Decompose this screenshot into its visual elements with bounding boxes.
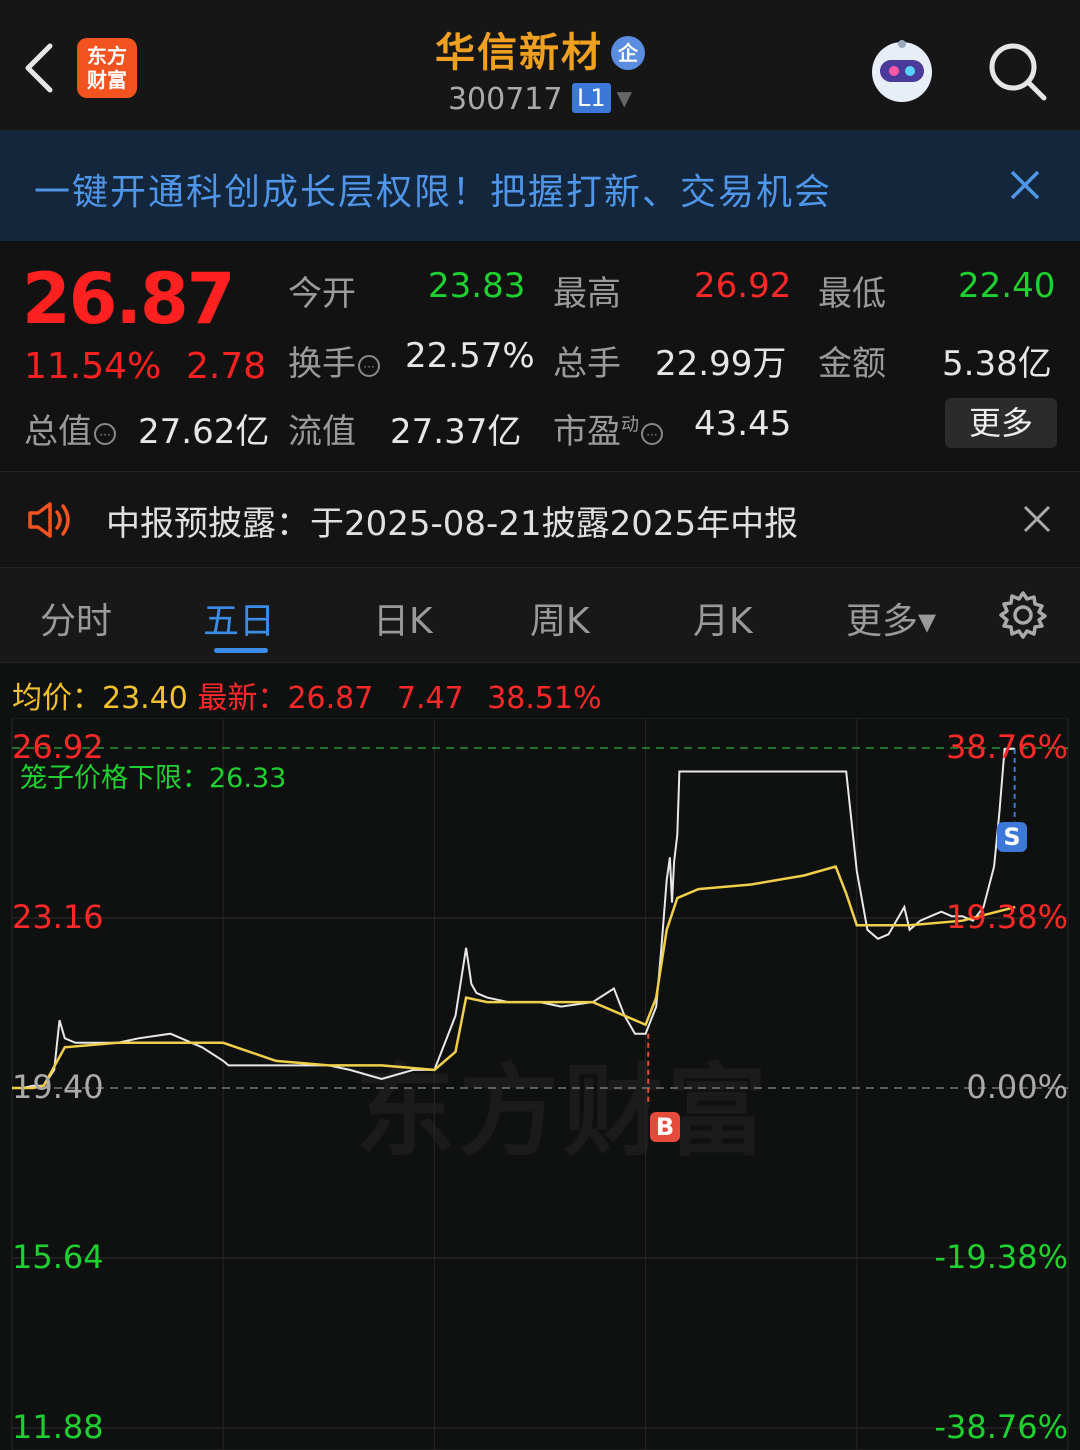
turnover-label[interactable]: 换手 ···: [288, 336, 380, 385]
y-axis-right-tick: -38.76%: [934, 1408, 1068, 1446]
change-amount: 2.78: [186, 346, 267, 387]
low-label: 最低: [818, 274, 886, 314]
enterprise-badge: 企: [611, 36, 645, 70]
y-axis-right-tick: 19.38%: [945, 898, 1068, 936]
current-price: 26.87: [22, 258, 235, 340]
mktcap-label[interactable]: 总值 ···: [24, 404, 116, 453]
stock-name: 华信新材: [435, 30, 603, 76]
more-button[interactable]: 更多: [945, 398, 1057, 448]
turnover-value: 22.57%: [405, 336, 535, 376]
more-info-icon[interactable]: ···: [94, 423, 116, 445]
latest-label: 最新：: [197, 681, 288, 716]
float-label: 流值: [288, 412, 356, 452]
y-axis-left-tick: 26.92: [12, 728, 104, 766]
gear-icon[interactable]: [998, 590, 1048, 640]
amount-value: 5.38亿: [942, 344, 1052, 384]
series-line-avg: [12, 864, 1016, 1090]
buy-marker[interactable]: B: [650, 1112, 680, 1142]
dropdown-icon[interactable]: ▼: [617, 86, 632, 110]
tab-more[interactable]: 更多▾: [846, 592, 936, 644]
banner-text[interactable]: 一键开通科创成长层权限！把握打新、交易机会: [34, 163, 832, 215]
avg-price-value: 23.40: [102, 681, 188, 716]
high-value: 26.92: [694, 266, 792, 306]
volume-label: 总手: [553, 344, 621, 384]
pe-label[interactable]: 市盈动 ···: [553, 404, 663, 453]
amount-label: 金额: [818, 344, 886, 384]
open-value: 23.83: [428, 266, 526, 306]
y-axis-left-tick: 11.88: [12, 1408, 104, 1446]
chart-frame: [11, 718, 1069, 1450]
close-icon[interactable]: [1022, 504, 1052, 534]
more-info-icon[interactable]: ···: [358, 355, 380, 377]
level-badge: L1: [572, 83, 611, 113]
tab-weekly-k[interactable]: 周K: [530, 592, 590, 644]
latest-change: 7.47: [396, 681, 464, 716]
latest-value: 26.87: [287, 681, 374, 716]
notice-text[interactable]: 中报预披露：于2025-08-21披露2025年中报: [106, 496, 798, 545]
y-axis-right-tick: 0.00%: [966, 1068, 1068, 1106]
search-icon[interactable]: [986, 40, 1048, 102]
y-axis-left-tick: 23.16: [12, 898, 104, 936]
more-info-icon[interactable]: ···: [641, 423, 663, 445]
tab-intraday[interactable]: 分时: [40, 592, 112, 644]
pe-value: 43.45: [694, 404, 792, 444]
change-percent: 11.54%: [24, 346, 162, 387]
close-icon[interactable]: [1008, 168, 1042, 202]
stock-code: 300717: [447, 82, 563, 117]
chart-info-line: 均价：23.40 最新：26.87 7.47 38.51%: [12, 673, 602, 717]
high-label: 最高: [553, 274, 621, 314]
y-axis-right-tick: -19.38%: [934, 1238, 1068, 1276]
y-axis-left-tick: 19.40: [12, 1068, 104, 1106]
avg-price-label: 均价：: [12, 681, 102, 716]
pe-dynamic-mark: 动: [621, 414, 639, 436]
sell-marker[interactable]: S: [997, 822, 1027, 852]
robot-assistant-icon[interactable]: [866, 36, 938, 108]
y-axis-left-tick: 15.64: [12, 1238, 104, 1276]
volume-value: 22.99万: [655, 344, 787, 384]
five-day-chart[interactable]: [0, 718, 1080, 1450]
y-axis-right-tick: 38.76%: [945, 728, 1068, 766]
tab-five-day[interactable]: 五日: [203, 592, 275, 644]
open-label: 今开: [288, 274, 356, 314]
latest-change-pct: 38.51%: [487, 681, 602, 716]
float-value: 27.37亿: [390, 412, 522, 452]
active-tab-indicator: [214, 648, 268, 653]
speaker-icon: [28, 502, 70, 538]
mktcap-value: 27.62亿: [138, 412, 270, 452]
tab-monthly-k[interactable]: 月K: [693, 592, 753, 644]
tab-daily-k[interactable]: 日K: [373, 592, 433, 644]
low-value: 22.40: [958, 266, 1056, 306]
